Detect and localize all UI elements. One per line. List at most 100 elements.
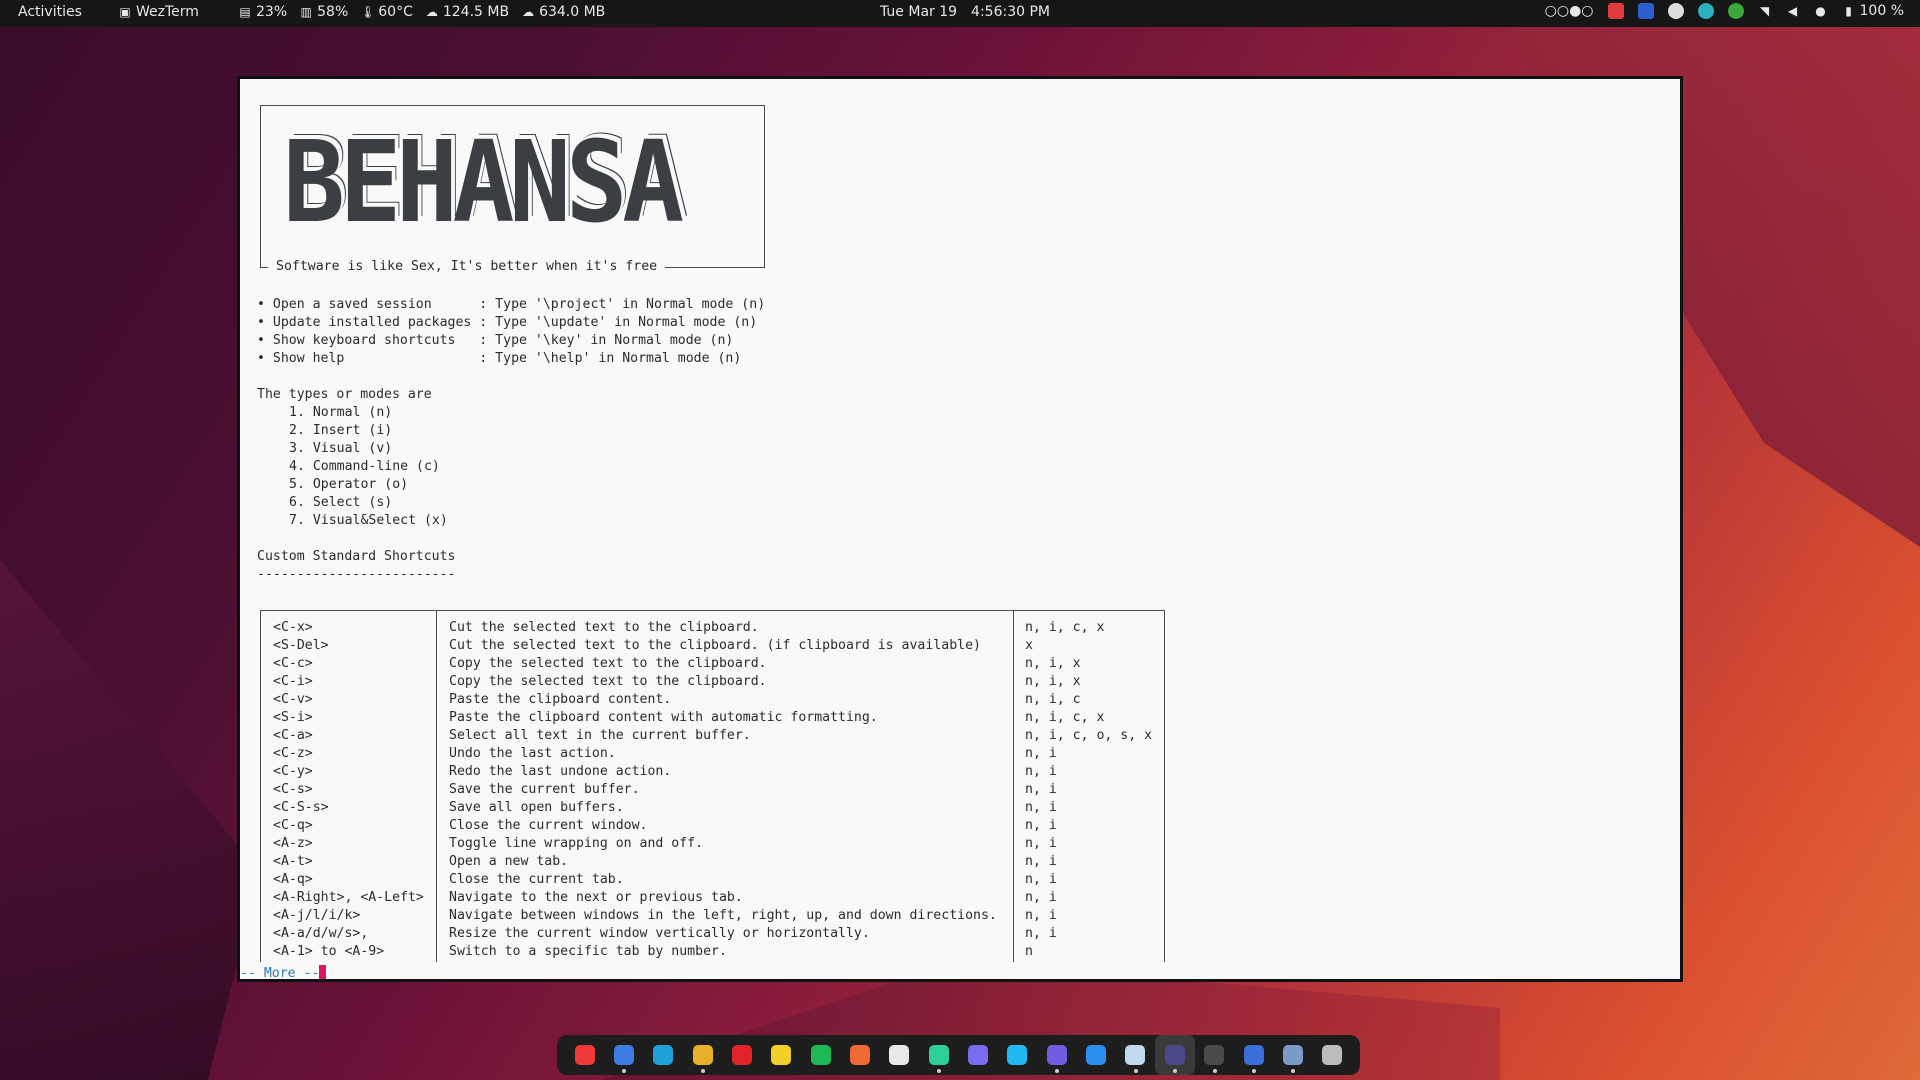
shortcut-key: <A-t> — [273, 854, 313, 869]
dock-item[interactable] — [1273, 1035, 1312, 1075]
workspace-indicator[interactable]: ○○●○ — [1545, 3, 1594, 19]
shortcut-modes: n, i, c, o, s, x — [1025, 728, 1153, 743]
shortcut-modes: n, i — [1025, 800, 1057, 815]
battery-status[interactable]: ▮ 100 % — [1842, 3, 1904, 19]
shortcut-key: <C-c> — [273, 656, 313, 671]
shortcut-description: Paste the clipboard content with automat… — [449, 710, 878, 725]
system-stats[interactable]: ▤ 23% ▥ 58% 🌡 60°C ☁ 124.5 MB ☁ 634.0 MB — [238, 4, 605, 20]
dock-item[interactable] — [998, 1035, 1037, 1075]
dock-item[interactable] — [565, 1035, 604, 1075]
check-tray-icon[interactable] — [1727, 3, 1744, 19]
shortcut-description: Paste the clipboard content. — [449, 692, 672, 707]
dock-item[interactable] — [958, 1035, 997, 1075]
dock-item[interactable] — [801, 1035, 840, 1075]
vscode-icon — [1086, 1045, 1107, 1065]
wifi-icon[interactable]: ◥ — [1758, 4, 1772, 18]
dock-item[interactable] — [1116, 1035, 1155, 1075]
microphone-icon[interactable]: ● — [1814, 4, 1828, 18]
dock-item[interactable] — [1195, 1035, 1234, 1075]
shortcuts-heading: Custom Standard Shortcuts — [257, 549, 456, 564]
dock — [557, 1035, 1360, 1075]
logo-box: BEHANSA — [260, 105, 765, 268]
table-row: <C-q> Close the current window. n, i — [261, 817, 1164, 835]
mode-item: 3. Visual (v) — [289, 441, 393, 456]
terminal-content[interactable]: BEHANSA Software is like Sex, It's bette… — [240, 79, 1680, 979]
shortcut-modes: n — [1025, 944, 1033, 959]
pager-prompt[interactable]: -- More -- — [240, 965, 327, 979]
shortcut-key: <C-s> — [273, 782, 313, 797]
dock-item[interactable] — [840, 1035, 879, 1075]
mode-item: 4. Command-line (c) — [289, 459, 440, 474]
dock-item[interactable] — [919, 1035, 958, 1075]
webstorm-icon — [1007, 1045, 1028, 1065]
app-menu[interactable]: ▣ WezTerm — [118, 4, 199, 20]
bitwarden-tray-icon[interactable] — [1637, 3, 1654, 19]
firefox-icon — [614, 1045, 635, 1065]
network-tray-icon[interactable] — [1667, 3, 1684, 19]
memory-stat: ▥ 58% — [300, 4, 349, 20]
table-row: <A-Right>, <A-Left> Navigate to the next … — [261, 889, 1164, 907]
upload-icon: ☁ — [425, 5, 438, 19]
table-row: <A-a/d/w/s>, Resize the current window ve… — [261, 925, 1164, 943]
datagrip-icon — [1046, 1045, 1067, 1065]
goland-icon — [968, 1045, 989, 1065]
volume-icon[interactable]: ◀ — [1786, 4, 1800, 18]
activities-button[interactable]: Activities — [18, 4, 82, 20]
shortcut-modes: n, i — [1025, 926, 1057, 941]
dock-item[interactable] — [1155, 1035, 1195, 1075]
shortcut-modes: n, i, c — [1025, 692, 1081, 707]
shortcut-description: Close the current tab. — [449, 872, 624, 887]
wezterm-icon — [1164, 1045, 1185, 1065]
running-indicator — [1251, 1069, 1256, 1073]
table-row: <C-z> Undo the last action. n, i — [261, 745, 1164, 763]
dock-item[interactable] — [644, 1035, 683, 1075]
shortcut-modes: n, i — [1025, 836, 1057, 851]
shortcut-key: <C-x> — [273, 620, 313, 635]
thermometer-icon: 🌡 — [360, 5, 376, 19]
shortcut-description: Toggle line wrapping on and off. — [449, 836, 704, 851]
shortcut-modes: n, i, x — [1025, 656, 1081, 671]
shortcut-modes: n, i — [1025, 872, 1057, 887]
dock-item[interactable] — [683, 1035, 722, 1075]
battery-icon: ▮ — [1845, 4, 1852, 18]
modes-heading: The types or modes are — [257, 387, 432, 402]
dock-item[interactable] — [762, 1035, 801, 1075]
table-row: <C-S-s> Save all open buffers. n, i — [261, 799, 1164, 817]
cloud-tray-icon[interactable] — [1697, 3, 1714, 19]
shortcut-description: Open a new tab. — [449, 854, 569, 869]
shortcut-key: <C-i> — [273, 674, 313, 689]
terminal-window[interactable]: BEHANSA Software is like Sex, It's bette… — [237, 76, 1683, 982]
ascii-logo: BEHANSA — [283, 118, 684, 248]
dock-item[interactable] — [1037, 1035, 1076, 1075]
dock-item[interactable] — [1313, 1035, 1352, 1075]
clock[interactable]: Tue Mar 19 4:56:30 PM — [880, 4, 1050, 20]
table-row: <A-t> Open a new tab. n, i — [261, 853, 1164, 871]
dock-item[interactable] — [880, 1035, 919, 1075]
vivaldi-tray-icon[interactable] — [1607, 3, 1624, 19]
dock-item[interactable] — [1234, 1035, 1273, 1075]
shortcut-modes: n, i — [1025, 908, 1057, 923]
shortcut-modes: n, i — [1025, 854, 1057, 869]
shortcut-description: Copy the selected text to the clipboard. — [449, 656, 767, 671]
running-indicator — [1055, 1069, 1060, 1073]
table-row: <A-q> Close the current tab. n, i — [261, 871, 1164, 889]
running-indicator — [1212, 1069, 1217, 1073]
shortcut-description: Select all text in the current buffer. — [449, 728, 751, 743]
shortcut-description: Copy the selected text to the clipboard. — [449, 674, 767, 689]
dock-item[interactable] — [722, 1035, 761, 1075]
action-line: • Update installed packages : Type '\upd… — [257, 315, 758, 330]
action-line: • Show keyboard shortcuts : Type '\key' … — [257, 333, 734, 348]
shortcut-key: <A-a/d/w/s>, — [273, 926, 369, 941]
dock-item[interactable] — [604, 1035, 643, 1075]
table-row: <A-1> to <A-9> Switch to a specific tab b… — [261, 943, 1164, 961]
top-bar: Activities ▣ WezTerm ▤ 23% ▥ 58% 🌡 60°C ☁ 12… — [0, 0, 1920, 27]
dock-item[interactable] — [1076, 1035, 1115, 1075]
terminal-icon — [1204, 1045, 1225, 1065]
shortcut-key: <C-y> — [273, 764, 313, 779]
running-indicator — [1133, 1069, 1138, 1073]
shortcut-description: Navigate between windows in the left, ri… — [449, 908, 997, 923]
app-white-icon — [889, 1045, 910, 1065]
shortcut-key: <C-q> — [273, 818, 313, 833]
files-icon — [1282, 1045, 1303, 1065]
edge-icon — [653, 1045, 674, 1065]
